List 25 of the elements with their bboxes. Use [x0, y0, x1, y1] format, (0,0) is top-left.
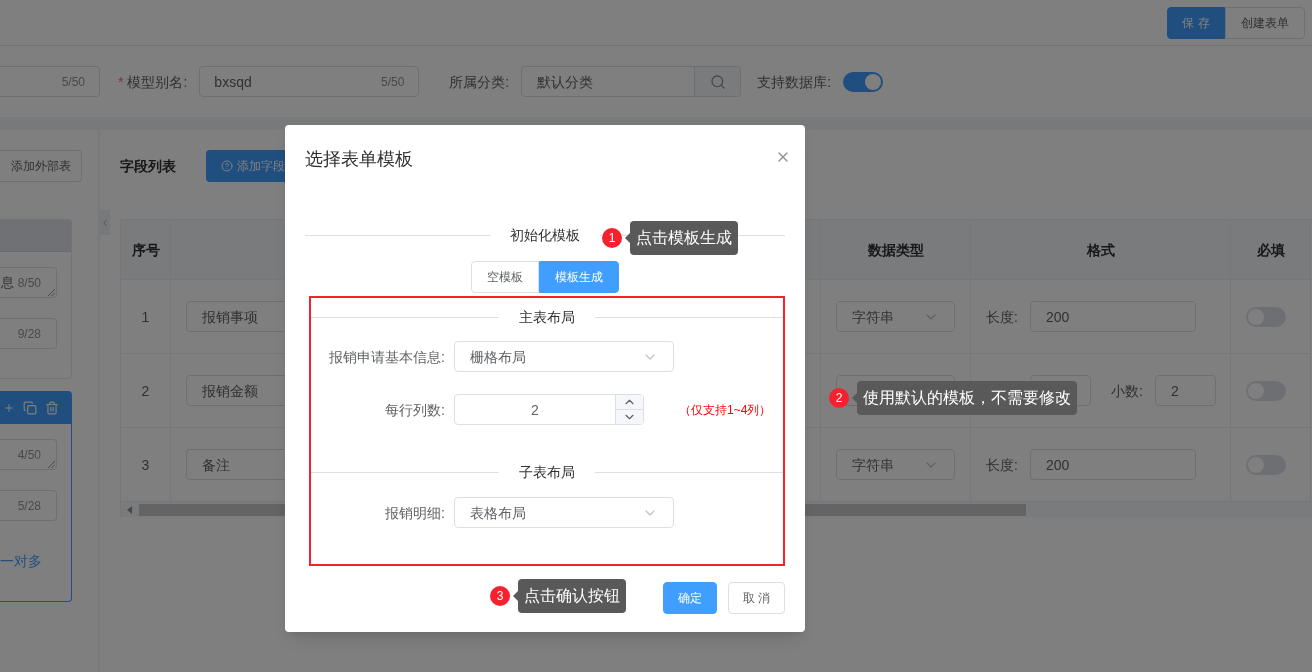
column-header: 数据类型	[821, 220, 971, 280]
section-title: 初始化模板	[509, 226, 581, 245]
section-title: 子表布局	[518, 463, 576, 482]
tooltip: 使用默认的模板，不需要修改	[852, 381, 1077, 415]
required-mark: *	[118, 72, 124, 92]
field-label: 模型别名:	[127, 72, 188, 92]
section-title: 主表布局	[518, 308, 576, 327]
column-header: 序号	[121, 220, 171, 280]
panel-title: 字段列表	[120, 157, 176, 176]
tooltip: 点击模板生成	[625, 221, 738, 255]
tooltip: 点击确认按钮	[513, 579, 626, 613]
table-cell: 1	[121, 280, 171, 354]
field-label: 小数:	[1111, 381, 1143, 401]
hint-text: （仅支持1~4列）	[679, 401, 772, 418]
table-cell: 2	[121, 354, 171, 428]
field-label: 每行列数:	[384, 400, 445, 420]
field-label: 报销明细:	[384, 503, 445, 523]
field-label: 所属分类:	[449, 72, 510, 92]
column-header: 格式	[971, 220, 1231, 280]
field-label: 长度:	[986, 307, 1018, 327]
dialog-title: 选择表单模板	[305, 148, 413, 171]
field-label: 支持数据库:	[757, 72, 832, 92]
column-header: 必填	[1231, 220, 1311, 280]
field-label: 报销申请基本信息:	[328, 347, 445, 367]
field-label: 长度:	[986, 455, 1018, 475]
